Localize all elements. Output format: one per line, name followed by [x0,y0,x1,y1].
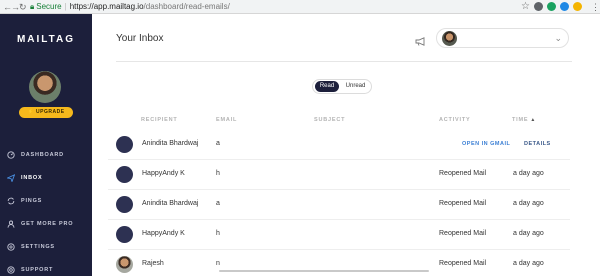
activity-text: Reopened Mail [439,260,487,267]
details-link[interactable]: DETAILS [524,141,551,147]
sidebar-item-get-more-pro[interactable]: GET MORE PRO [6,217,90,231]
sidebar-item-label: DASHBOARD [21,152,64,158]
read-unread-toggle: Read Unread [312,79,372,94]
avatar [116,226,133,243]
main-content: Your Inbox ⌄ Read Unread RECIPIENT EMAIL… [92,14,600,276]
browser-toolbar: ← → ↻ 🔒︎ Secure | https://app.mailtag.io… [0,0,600,14]
account-select[interactable]: ⌄ [436,28,569,48]
time-text: a day ago [513,170,544,177]
sidebar-item-label: SUPPORT [21,267,54,273]
avatar [442,31,457,46]
page-title: Your Inbox [116,33,164,44]
reload-icon[interactable]: ↻ [19,1,27,13]
chevron-down-icon: ⌄ [554,33,562,43]
column-header-recipient[interactable]: RECIPIENT [141,117,178,123]
tab-unread[interactable]: Unread [342,81,369,92]
column-header-label: TIME [512,117,529,123]
activity-text: Reopened Mail [439,230,487,237]
avatar [116,256,133,273]
recipient-email: a [216,200,220,207]
sidebar: MAILTAG ⚡ UPGRADE DASHBOARD INBOX PINGS … [0,14,92,276]
recipient-name: HappyAndy K [142,230,185,237]
url-host: https://app.mailtag.io [69,2,144,11]
sidebar-item-dashboard[interactable]: DASHBOARD [6,148,90,162]
secure-label: Secure [36,2,62,11]
table-row[interactable]: HappyAndy K h Reopened Mail a day ago [108,220,570,250]
recipient-email: h [216,170,220,177]
extension-icon[interactable] [560,2,569,11]
sidebar-item-inbox[interactable]: INBOX [6,171,90,185]
url-path: /dashboard/read-emails/ [143,2,230,11]
user-icon [6,220,15,229]
column-header-email[interactable]: EMAIL [216,117,237,123]
dashboard-icon [6,151,15,160]
sidebar-item-label: INBOX [21,175,43,181]
send-icon [6,174,15,183]
table-row[interactable]: Anindita Bhardwaj a Reopened Mail a day … [108,190,570,220]
extension-icon[interactable] [573,2,582,11]
table-row[interactable]: Anindita Bhardwaj a OPEN IN GMAIL DETAIL… [108,130,570,160]
avatar [116,136,133,153]
recipient-email: a [216,140,220,147]
open-in-gmail-link[interactable]: OPEN IN GMAIL [462,141,510,147]
extension-icon[interactable] [534,2,543,11]
avatar [116,166,133,183]
sidebar-item-settings[interactable]: SETTINGS [6,240,90,254]
bookmark-star-icon[interactable]: ☆ [521,0,530,13]
address-bar[interactable]: 🔒︎ Secure | https://app.mailtag.io /dash… [30,1,230,13]
activity-text: Reopened Mail [439,170,487,177]
help-icon [6,266,15,275]
recipient-name: Anindita Bhardwaj [142,200,199,207]
time-text: a day ago [513,260,544,267]
sidebar-item-label: GET MORE PRO [21,221,74,227]
browser-menu-icon[interactable]: ⋮ [591,1,600,13]
sidebar-item-support[interactable]: SUPPORT [6,263,90,277]
horizontal-scrollbar[interactable] [219,270,429,272]
lock-icon: 🔒︎ [30,2,35,11]
sort-icon[interactable]: ▲ [530,117,536,123]
table-row[interactable]: HappyAndy K h Reopened Mail a day ago [108,160,570,190]
column-header-activity[interactable]: ACTIVITY [439,117,470,123]
megaphone-icon[interactable] [415,33,426,51]
brand-logo[interactable]: MAILTAG [0,34,92,45]
sidebar-item-label: PINGS [21,198,43,204]
extension-icon[interactable] [547,2,556,11]
time-text: a day ago [513,200,544,207]
activity-text: Reopened Mail [439,200,487,207]
recipient-email: n [216,260,220,267]
time-text: a day ago [513,230,544,237]
column-header-subject[interactable]: SUBJECT [314,117,345,123]
recipient-name: Rajesh [142,260,164,267]
sidebar-item-pings[interactable]: PINGS [6,194,90,208]
upgrade-button[interactable]: ⚡ UPGRADE [19,107,73,118]
sidebar-item-label: SETTINGS [21,244,55,250]
gear-icon [6,243,15,252]
avatar[interactable] [29,71,61,103]
column-header-time[interactable]: TIME ▲ [512,117,536,123]
tab-read[interactable]: Read [315,81,339,92]
avatar [116,196,133,213]
recipient-name: Anindita Bhardwaj [142,140,199,147]
recipient-email: h [216,230,220,237]
recipient-name: HappyAndy K [142,170,185,177]
header-divider [116,61,572,62]
address-separator: | [64,2,67,11]
sync-icon [6,197,15,206]
